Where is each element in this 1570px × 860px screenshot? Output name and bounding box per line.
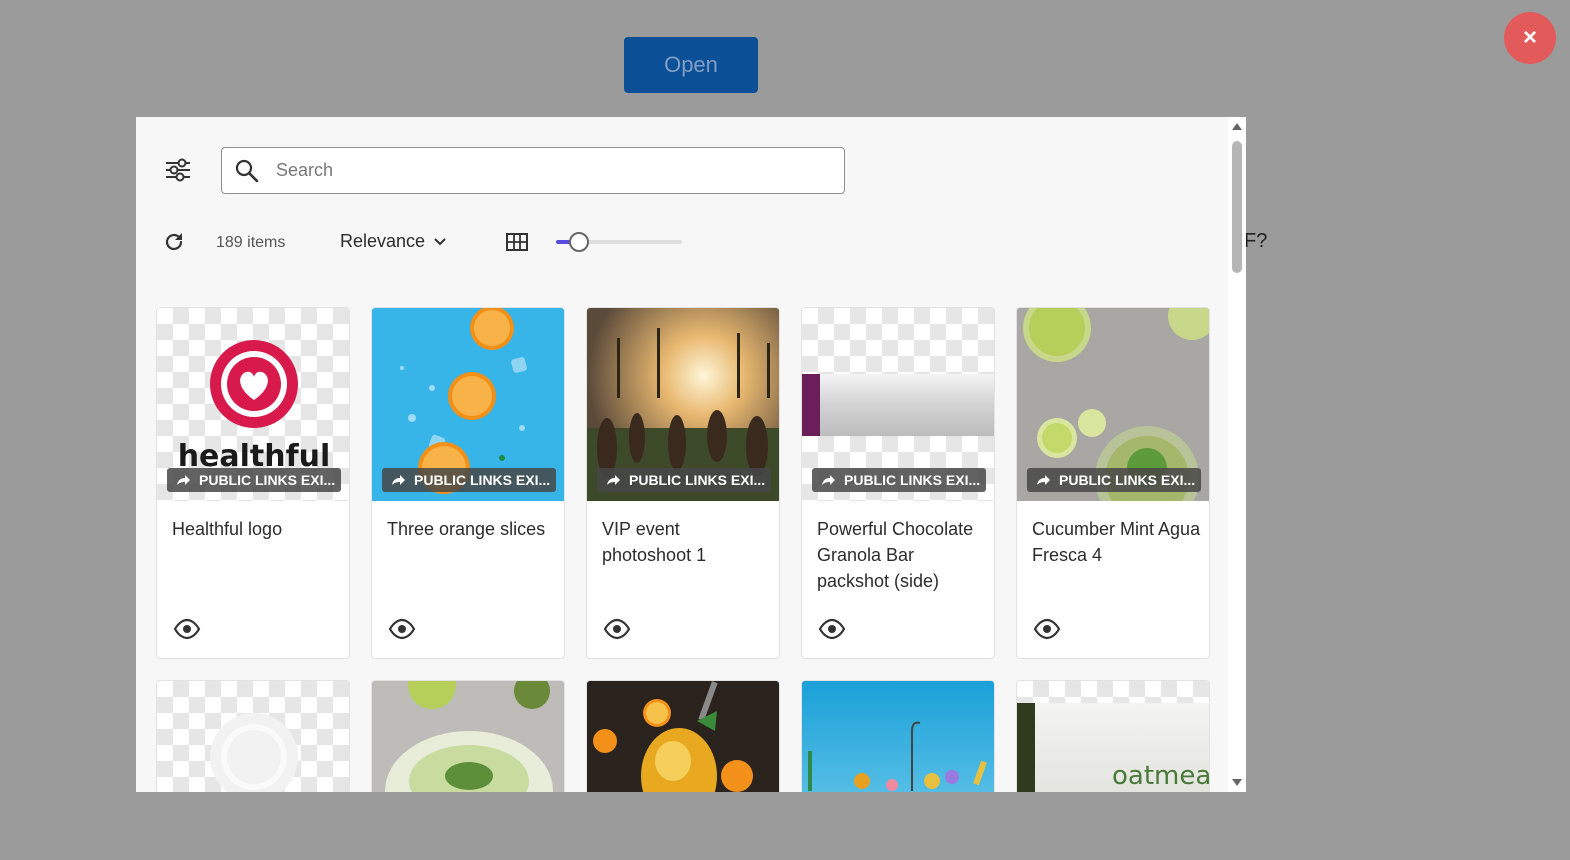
scrollbar-thumb[interactable] [1232, 141, 1242, 273]
asset-card[interactable] [586, 680, 780, 792]
asset-thumbnail: PUBLIC LINKS EXI... [1017, 308, 1209, 501]
asset-thumbnail: PUBLIC LINKS EXI... [372, 308, 564, 501]
asset-grid: healthful PUBLIC LINKS EXI... Healthful … [156, 307, 1210, 792]
logo-white-image [210, 713, 298, 792]
share-icon [392, 475, 405, 485]
search-box [221, 147, 845, 194]
public-link-badge: PUBLIC LINKS EXI... [812, 468, 986, 492]
share-icon [177, 475, 190, 485]
asset-card[interactable]: PUBLIC LINKS EXI... Powerful Chocolate G… [801, 307, 995, 659]
asset-thumbnail: oatmea [1017, 681, 1209, 792]
eye-icon[interactable] [388, 618, 416, 640]
asset-card[interactable] [156, 680, 350, 792]
asset-card[interactable] [371, 680, 565, 792]
asset-title: Powerful Chocolate Granola Bar packshot … [817, 519, 974, 591]
slider-thumb[interactable] [569, 232, 590, 252]
share-icon [822, 475, 835, 485]
asset-thumbnail [157, 681, 349, 792]
search-input[interactable] [276, 160, 816, 181]
asset-card[interactable]: PUBLIC LINKS EXI... Three orange slices [371, 307, 565, 659]
scroll-up-arrow-icon[interactable] [1232, 123, 1242, 130]
eye-icon[interactable] [818, 618, 846, 640]
oatmeal-pack-text: oatmea [1112, 761, 1209, 791]
asset-title: VIP event photoshoot 1 [602, 519, 707, 565]
share-icon [1037, 475, 1050, 485]
lime-bowl-image [372, 681, 564, 792]
asset-card[interactable]: PUBLIC LINKS EXI... VIP event photoshoot… [586, 307, 780, 659]
asset-title: Healthful logo [172, 519, 283, 539]
refresh-icon[interactable] [162, 230, 186, 254]
search-icon [235, 159, 259, 182]
background-text-fragment: F? [1244, 230, 1268, 252]
asset-thumbnail [802, 681, 994, 792]
public-link-badge: PUBLIC LINKS EXI... [597, 468, 771, 492]
public-link-badge: PUBLIC LINKS EXI... [382, 468, 556, 492]
chevron-down-icon [434, 237, 446, 245]
open-button[interactable]: Open [624, 37, 758, 93]
sort-dropdown[interactable]: Relevance [340, 231, 447, 252]
asset-thumbnail [372, 681, 564, 792]
eye-icon[interactable] [173, 618, 201, 640]
modal-scrollbar[interactable] [1228, 117, 1246, 792]
item-count: 189 items [216, 234, 286, 251]
asset-title: Three orange slices [387, 519, 546, 539]
asset-thumbnail: PUBLIC LINKS EXI... [587, 308, 779, 501]
asset-thumbnail: healthful PUBLIC LINKS EXI... [157, 308, 349, 501]
filter-icon[interactable] [164, 157, 192, 183]
eye-icon[interactable] [1033, 618, 1061, 640]
pier-toys-image [802, 681, 994, 792]
sort-label: Relevance [340, 231, 426, 251]
asset-card[interactable]: oatmea [1016, 680, 1210, 792]
close-icon: × [1522, 24, 1537, 51]
asset-title: Cucumber Mint Agua Fresca 4 [1032, 519, 1201, 565]
asset-card[interactable]: healthful PUBLIC LINKS EXI... Healthful … [156, 307, 350, 659]
asset-card[interactable] [801, 680, 995, 792]
orange-cocktail-image [587, 681, 779, 792]
public-link-badge: PUBLIC LINKS EXI... [167, 468, 341, 492]
asset-thumbnail [587, 681, 779, 792]
eye-icon[interactable] [603, 618, 631, 640]
asset-thumbnail: PUBLIC LINKS EXI... [802, 308, 994, 501]
asset-picker-modal: 189 items Relevance healthful [136, 117, 1246, 792]
grid-view-icon[interactable] [506, 233, 528, 251]
asset-card[interactable]: PUBLIC LINKS EXI... Cucumber Mint Agua F… [1016, 307, 1210, 659]
scroll-down-arrow-icon[interactable] [1232, 779, 1242, 786]
close-button[interactable]: × [1504, 12, 1556, 64]
share-icon [607, 475, 620, 485]
thumbnail-size-slider[interactable] [556, 231, 682, 253]
public-link-badge: PUBLIC LINKS EXI... [1027, 468, 1201, 492]
